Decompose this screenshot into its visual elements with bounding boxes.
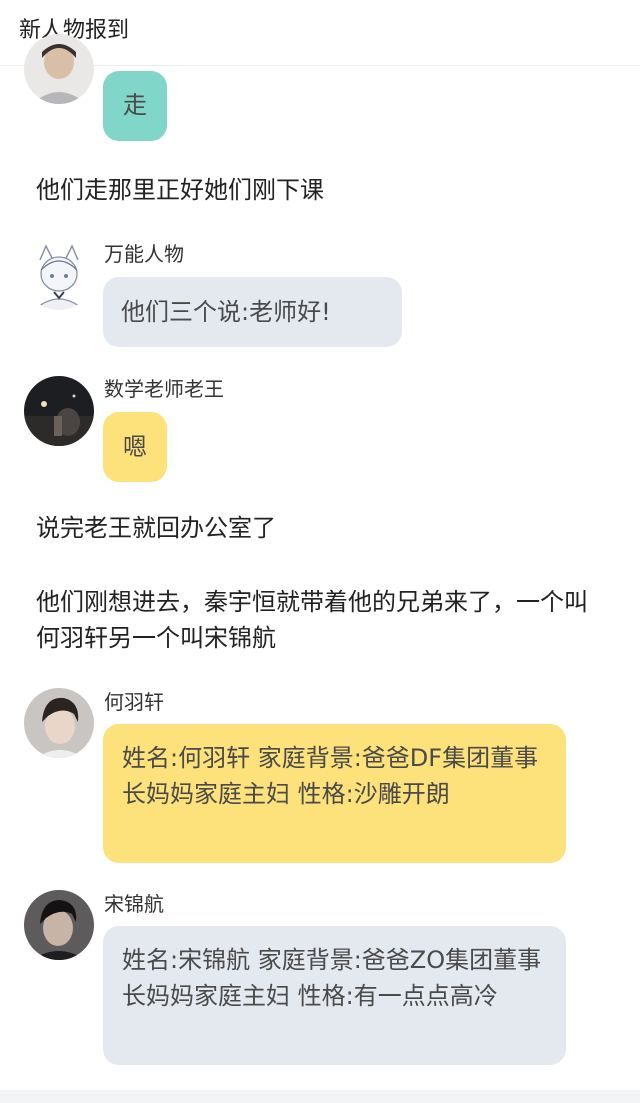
- bubble-text: 走: [123, 91, 147, 119]
- chat-bubble[interactable]: 走: [103, 71, 167, 141]
- avatar[interactable]: [24, 688, 94, 758]
- avatar[interactable]: [24, 890, 94, 960]
- sender-name: 何羽轩: [104, 690, 164, 714]
- top-bar: 新人物报到: [0, 0, 640, 66]
- sender-name: 万能人物: [104, 242, 184, 266]
- bottom-divider: [0, 1090, 640, 1103]
- avatar[interactable]: [24, 34, 94, 104]
- narration-text: 他们刚想进去，秦宇恒就带着他的兄弟来了，一个叫何羽轩另一个叫宋锦航: [36, 588, 588, 652]
- narration-text: 说完老王就回办公室了: [36, 514, 276, 542]
- bubble-text: 嗯: [123, 433, 147, 461]
- chat-bubble[interactable]: 姓名:何羽轩 家庭背景:爸爸DF集团董事长妈妈家庭主妇 性格:沙雕开朗: [103, 724, 566, 863]
- sender-name: 数学老师老王: [104, 377, 224, 401]
- chat-bubble[interactable]: 姓名:宋锦航 家庭背景:爸爸ZO集团董事长妈妈家庭主妇 性格:有一点点高冷: [103, 926, 566, 1065]
- bubble-text: 姓名:宋锦航 家庭背景:爸爸ZO集团董事长妈妈家庭主妇 性格:有一点点高冷: [122, 946, 542, 1010]
- sender-name: 宋锦航: [104, 892, 164, 916]
- avatar[interactable]: [24, 376, 94, 446]
- chat-bubble[interactable]: 嗯: [103, 412, 167, 482]
- bubble-text: 他们三个说:老师好!: [121, 298, 331, 326]
- narration-text: 他们走那里正好她们刚下课: [36, 176, 324, 204]
- bubble-text: 姓名:何羽轩 家庭背景:爸爸DF集团董事长妈妈家庭主妇 性格:沙雕开朗: [122, 744, 539, 808]
- chat-bubble[interactable]: 他们三个说:老师好!: [103, 277, 402, 347]
- avatar[interactable]: [24, 240, 94, 310]
